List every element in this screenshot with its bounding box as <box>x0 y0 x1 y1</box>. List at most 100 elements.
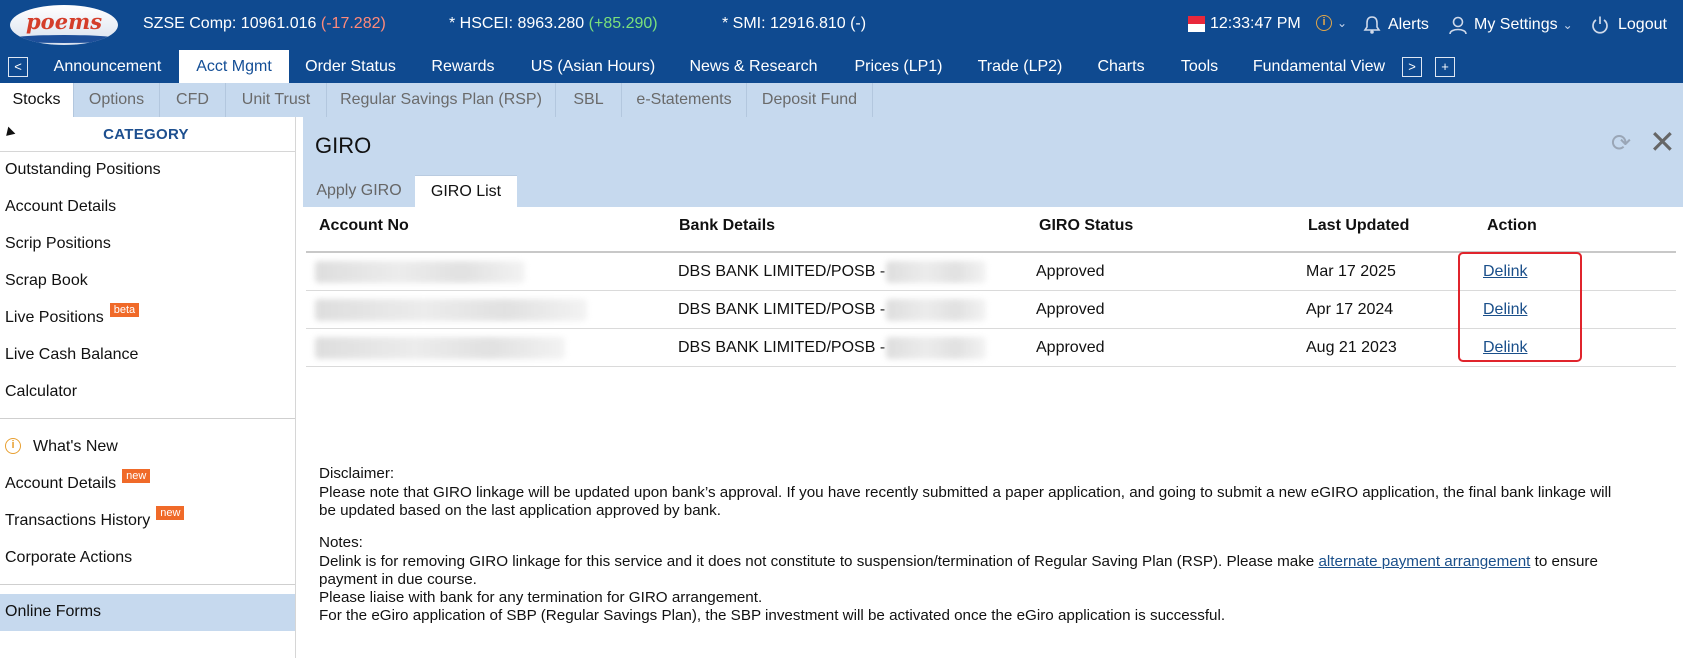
clock-time: 12:33:47 PM <box>1210 15 1301 32</box>
last-updated-cell: Mar 17 2025 <box>1306 263 1396 280</box>
nav-tab-order-status[interactable]: Order Status <box>289 50 412 83</box>
nav-tab-trade-lp2[interactable]: Trade (LP2) <box>962 50 1078 83</box>
col-header-account-no: Account No <box>319 217 409 234</box>
giro-panel: GIRO ⟳ ✕ Apply GIRO GIRO List Account No… <box>303 117 1683 658</box>
nav-prev-button[interactable]: < <box>8 57 28 77</box>
info-menu[interactable]: i ⌄ <box>1316 15 1347 31</box>
chevron-down-icon: ⌄ <box>1562 18 1573 32</box>
my-settings-button[interactable]: My Settings ⌄ <box>1448 15 1573 35</box>
sidebar-item-live-cash-balance[interactable]: Live Cash Balance <box>5 346 138 364</box>
nav-next-button[interactable]: > <box>1402 57 1422 77</box>
bank-details-cell: DBS BANK LIMITED/POSB - <box>678 263 886 280</box>
ticker-smi: * SMI: 12916.810 (-) <box>722 15 867 32</box>
sidebar-item-calculator[interactable]: Calculator <box>5 383 77 401</box>
nav-tab-rewards[interactable]: Rewards <box>412 50 514 83</box>
giro-status-cell: Approved <box>1036 301 1105 318</box>
subtab-deposit-fund[interactable]: Deposit Fund <box>747 83 873 117</box>
singapore-flag-icon <box>1188 16 1205 32</box>
nav-tab-tools[interactable]: Tools <box>1164 50 1235 83</box>
disclaimer-line-1: Please note that GIRO linkage will be up… <box>319 484 1612 501</box>
sidebar-item-transactions-history[interactable]: Transactions History new <box>5 506 185 530</box>
ticker-hscei: * HSCEI: 8963.280 (+85.290) <box>449 15 658 32</box>
subtab-rsp[interactable]: Regular Savings Plan (RSP) <box>327 83 556 117</box>
power-icon <box>1592 16 1608 34</box>
chevron-down-icon: ⌄ <box>1337 16 1348 30</box>
logo-text: poems <box>26 9 103 34</box>
sidebar-item-outstanding-positions[interactable]: Outstanding Positions <box>5 161 161 179</box>
alternate-payment-link[interactable]: alternate payment arrangement <box>1318 553 1530 570</box>
col-header-action: Action <box>1487 217 1537 234</box>
nav-tab-announcement[interactable]: Announcement <box>36 50 179 83</box>
info-icon: i <box>5 438 21 454</box>
top-ticker-bar: poems SZSE Comp: 10961.016 (-17.282) * H… <box>0 0 1683 50</box>
notes-line-2: payment in due course. <box>319 571 477 588</box>
col-header-last-updated: Last Updated <box>1308 217 1410 234</box>
user-icon <box>1449 16 1467 35</box>
alerts-button[interactable]: Alerts <box>1362 15 1429 35</box>
poems-logo[interactable]: poems <box>10 5 118 45</box>
disclaimer-line-2: be updated based on the last application… <box>319 502 721 519</box>
last-updated-cell: Apr 17 2024 <box>1306 301 1394 318</box>
bank-details-cell: DBS BANK LIMITED/POSB - <box>678 339 886 356</box>
sub-nav: Stocks Options CFD Unit Trust Regular Sa… <box>0 83 1683 117</box>
beta-badge: beta <box>109 303 140 317</box>
sidebar-item-scrap-book[interactable]: Scrap Book <box>5 272 88 290</box>
redacted-bank-account <box>886 261 986 283</box>
bank-details-cell: DBS BANK LIMITED/POSB - <box>678 301 886 318</box>
bell-icon <box>1363 16 1381 34</box>
nav-tab-acct-mgmt[interactable]: Acct Mgmt <box>179 50 289 83</box>
giro-status-cell: Approved <box>1036 339 1105 356</box>
sidebar: CATEGORY Outstanding Positions Account D… <box>0 117 296 658</box>
sidebar-item-scrip-positions[interactable]: Scrip Positions <box>5 235 111 253</box>
sidebar-divider <box>0 418 295 419</box>
redacted-bank-account <box>886 337 986 359</box>
redacted-account-no <box>315 299 587 321</box>
ticker-szse: SZSE Comp: 10961.016 (-17.282) <box>143 15 386 32</box>
subtab-sbl[interactable]: SBL <box>556 83 622 117</box>
sidebar-item-whats-new[interactable]: What's New <box>33 438 118 456</box>
notes-line-1: Delink is for removing GIRO linkage for … <box>319 553 1598 570</box>
nav-tab-us-asian-hours[interactable]: US (Asian Hours) <box>514 50 672 83</box>
subtab-unit-trust[interactable]: Unit Trust <box>226 83 327 117</box>
redacted-account-no <box>315 261 525 283</box>
sidebar-item-account-details[interactable]: Account Details <box>5 198 116 216</box>
page-title: GIRO <box>315 133 372 158</box>
redacted-account-no <box>315 337 565 359</box>
subtab-options[interactable]: Options <box>74 83 160 117</box>
sidebar-divider <box>0 584 295 585</box>
notes-heading: Notes: <box>319 534 363 551</box>
new-badge: new <box>156 506 185 520</box>
giro-status-cell: Approved <box>1036 263 1105 280</box>
row-divider <box>306 366 1676 367</box>
sidebar-item-account-details-new[interactable]: Account Details new <box>5 469 151 493</box>
refresh-icon[interactable]: ⟳ <box>1611 129 1631 158</box>
notes-line-4: For the eGiro application of SBP (Regula… <box>319 607 1226 624</box>
redacted-bank-account <box>886 299 986 321</box>
tab-apply-giro[interactable]: Apply GIRO <box>303 175 415 207</box>
new-badge: new <box>122 469 151 483</box>
nav-tab-prices-lp1[interactable]: Prices (LP1) <box>835 50 962 83</box>
notes-line-3: Please liaise with bank for any terminat… <box>319 589 763 606</box>
close-icon[interactable]: ✕ <box>1649 123 1676 161</box>
sidebar-item-online-forms[interactable]: Online Forms <box>0 594 295 631</box>
info-icon: i <box>1316 15 1332 31</box>
nav-tab-news-research[interactable]: News & Research <box>672 50 835 83</box>
sidebar-item-live-positions[interactable]: Live Positions beta <box>5 303 140 327</box>
subtab-stocks[interactable]: Stocks <box>0 83 74 117</box>
subtab-cfd[interactable]: CFD <box>160 83 226 117</box>
col-header-giro-status: GIRO Status <box>1039 217 1134 234</box>
subtab-e-statements[interactable]: e-Statements <box>622 83 747 117</box>
col-header-bank-details: Bank Details <box>679 217 776 234</box>
logout-button[interactable]: Logout <box>1590 15 1667 35</box>
giro-tabs: Apply GIRO GIRO List <box>303 175 1683 207</box>
category-header[interactable]: CATEGORY <box>0 117 295 152</box>
nav-tab-charts[interactable]: Charts <box>1078 50 1164 83</box>
main-nav: < Announcement Acct Mgmt Order Status Re… <box>0 50 1683 83</box>
last-updated-cell: Aug 21 2023 <box>1306 339 1397 356</box>
sidebar-item-corporate-actions[interactable]: Corporate Actions <box>5 549 132 567</box>
tab-giro-list[interactable]: GIRO List <box>415 175 517 207</box>
clock-area: 12:33:47 PM <box>1188 15 1301 33</box>
nav-tab-fundamental-view[interactable]: Fundamental View <box>1235 50 1403 83</box>
panel-header: GIRO ⟳ ✕ <box>303 117 1683 175</box>
nav-add-button[interactable]: + <box>1435 57 1455 77</box>
